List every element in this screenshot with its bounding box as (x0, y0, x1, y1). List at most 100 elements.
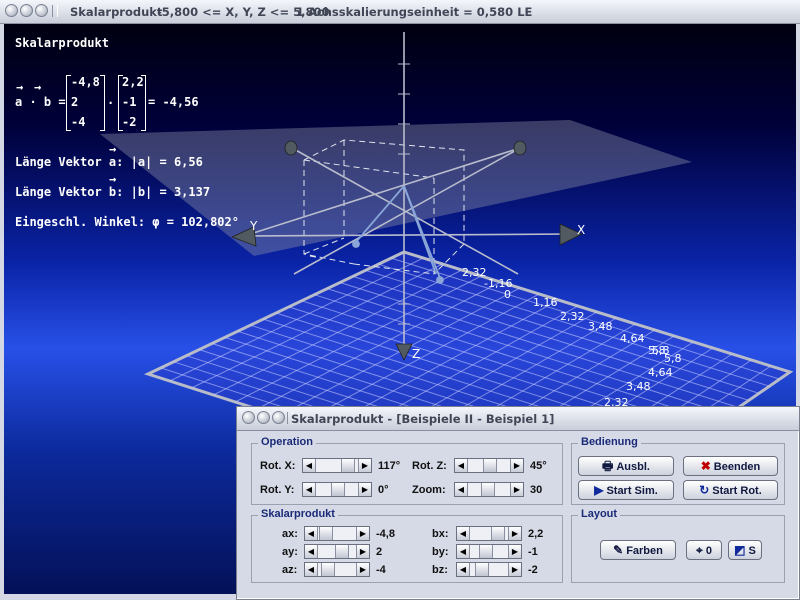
axis-label-z: Z (412, 347, 420, 361)
arrow-len-a-icon: → (109, 142, 117, 156)
bz-label: bz: (432, 564, 448, 576)
rot-x-right-icon[interactable]: ▶ (358, 459, 371, 472)
ausblenden-label: Ausbl. (616, 461, 650, 473)
ax-slider[interactable]: ◀ ▶ (304, 526, 370, 541)
farben-button[interactable]: ✎ Farben (600, 540, 676, 560)
rot-z-left-icon[interactable]: ◀ (455, 459, 468, 472)
bx-thumb[interactable] (491, 527, 505, 540)
arrow-b-icon: → (34, 80, 42, 94)
dialog-title: Skalarprodukt - [Beispiele II - Beispiel… (291, 412, 555, 426)
maximize-icon[interactable] (35, 4, 48, 17)
window-title: Skalarprodukt (70, 5, 163, 19)
zoom-slider[interactable]: ◀ ▶ (454, 482, 524, 497)
tick-label-right: 3,48 (588, 320, 613, 333)
vector-b-y: -1 (122, 95, 137, 109)
ausblenden-button[interactable]: 🖶 Ausbl. (578, 456, 674, 476)
ax-right-icon[interactable]: ▶ (356, 527, 369, 540)
angle: Eingeschl. Winkel: φ = 102,802° (15, 215, 239, 229)
rotate-icon: ↻ (699, 483, 710, 497)
bx-left-icon[interactable]: ◀ (457, 527, 470, 540)
vector-a-z: -4 (71, 115, 86, 129)
zoom-left-icon[interactable]: ◀ (455, 483, 468, 496)
reset-zero-label: 0 (705, 545, 712, 557)
rot-y-thumb[interactable] (331, 483, 345, 496)
az-left-icon[interactable]: ◀ (305, 563, 318, 576)
rot-z-thumb[interactable] (483, 459, 497, 472)
reset-zero-button[interactable]: ⌖ 0 (686, 540, 722, 560)
rot-x-value: 117° (378, 460, 401, 472)
by-right-icon[interactable]: ▶ (508, 545, 521, 558)
ay-value: 2 (376, 546, 383, 558)
s-button[interactable]: ◩ S (728, 540, 762, 560)
rot-z-right-icon[interactable]: ▶ (510, 459, 523, 472)
start-sim-button[interactable]: ▶ Start Sim. (578, 480, 674, 500)
rot-x-slider[interactable]: ◀ ▶ (302, 458, 372, 473)
brush-icon: ✎ (613, 543, 624, 557)
zoom-thumb[interactable] (481, 483, 495, 496)
bx-right-icon[interactable]: ▶ (508, 527, 521, 540)
by-slider[interactable]: ◀ ▶ (456, 544, 522, 559)
by-left-icon[interactable]: ◀ (457, 545, 470, 558)
main-titlebar[interactable]: Skalarprodukt -5,800 <= X, Y, Z <= 5,800… (0, 0, 800, 24)
bz-thumb[interactable] (475, 563, 489, 576)
operation-group: Operation Rot. X: ◀ ▶ 117° Rot. Z: ◀ ▶ 4… (251, 436, 563, 505)
bz-slider[interactable]: ◀ ▶ (456, 562, 522, 577)
ay-right-icon[interactable]: ▶ (356, 545, 369, 558)
start-rot-button[interactable]: ↻ Start Rot. (683, 480, 778, 500)
start-sim-label: Start Sim. (606, 485, 658, 497)
by-thumb[interactable] (479, 545, 493, 558)
bz-value: -2 (528, 564, 538, 576)
bx-value: 2,2 (528, 528, 544, 540)
az-slider[interactable]: ◀ ▶ (304, 562, 370, 577)
beenden-button[interactable]: ✖ Beenden (683, 456, 778, 476)
s-label: S (748, 545, 756, 557)
ax-label: ax: (282, 528, 298, 540)
dialog-close-icon[interactable] (242, 411, 255, 424)
control-dialog: Skalarprodukt - [Beispiele II - Beispiel… (236, 406, 800, 600)
close-icon[interactable] (5, 4, 18, 17)
bz-right-icon[interactable]: ▶ (508, 563, 521, 576)
bx-slider[interactable]: ◀ ▶ (456, 526, 522, 541)
bz-left-icon[interactable]: ◀ (457, 563, 470, 576)
rot-y-right-icon[interactable]: ▶ (358, 483, 371, 496)
tick-label-front: 4,64 (648, 366, 673, 379)
ay-slider[interactable]: ◀ ▶ (304, 544, 370, 559)
ax-left-icon[interactable]: ◀ (305, 527, 318, 540)
rot-x-label: Rot. X: (260, 460, 296, 472)
rot-y-label: Rot. Y: (260, 484, 295, 496)
rot-z-slider[interactable]: ◀ ▶ (454, 458, 524, 473)
farben-label: Farben (626, 545, 663, 557)
ay-thumb[interactable] (335, 545, 349, 558)
rot-y-left-icon[interactable]: ◀ (303, 483, 316, 496)
tick-label-right-end: 5,8 (664, 352, 682, 365)
rot-x-left-icon[interactable]: ◀ (303, 459, 316, 472)
dialog-minimize-icon[interactable] (257, 411, 270, 424)
tick-label-center: 0 (504, 288, 511, 301)
length-a: Länge Vektor a: |a| = 6,56 (15, 155, 203, 169)
az-right-icon[interactable]: ▶ (356, 563, 369, 576)
ay-label: ay: (282, 546, 298, 558)
dialog-titlebar[interactable]: Skalarprodukt - [Beispiele II - Beispiel… (237, 407, 799, 431)
tick-label-right: 2,32 (560, 310, 585, 323)
rot-x-thumb[interactable] (341, 459, 355, 472)
az-thumb[interactable] (321, 563, 335, 576)
vector-b-z: -2 (122, 115, 137, 129)
minimize-icon[interactable] (20, 4, 33, 17)
bedienung-group: Bedienung 🖶 Ausbl. ✖ Beenden ▶ Start Sim. ↻… (571, 436, 785, 505)
rot-y-value: 0° (378, 484, 389, 496)
dialog-maximize-icon[interactable] (272, 411, 285, 424)
az-value: -4 (376, 564, 386, 576)
zoom-right-icon[interactable]: ▶ (510, 483, 523, 496)
arrow-len-b-icon: → (109, 172, 117, 186)
rot-y-slider[interactable]: ◀ ▶ (302, 482, 372, 497)
length-b: Länge Vektor b: |b| = 3,137 (15, 185, 211, 199)
ax-value: -4,8 (376, 528, 395, 540)
skalarprodukt-group-title: Skalarprodukt (258, 508, 338, 520)
arrow-a-icon: → (16, 80, 24, 94)
ay-left-icon[interactable]: ◀ (305, 545, 318, 558)
layout-group: Layout ✎ Farben ⌖ 0 ◩ S (571, 508, 785, 583)
vector-a-x: -4,8 (71, 75, 100, 89)
ax-thumb[interactable] (319, 527, 333, 540)
title-separator (52, 5, 58, 17)
layout-group-title: Layout (578, 508, 621, 520)
